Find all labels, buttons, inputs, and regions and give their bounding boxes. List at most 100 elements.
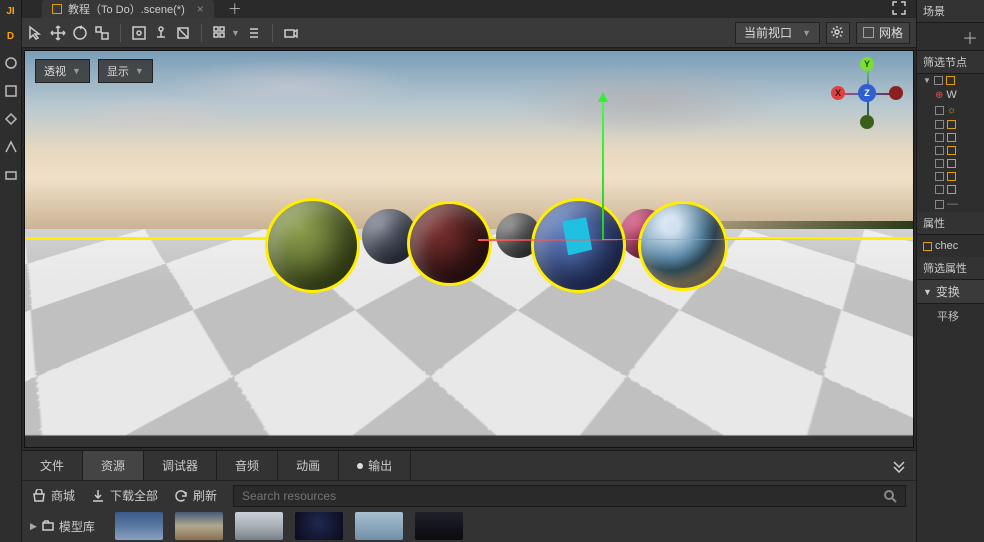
- tree-node[interactable]: [917, 183, 984, 196]
- tab-animation[interactable]: 动画: [278, 451, 339, 480]
- asset-thumbnails: [105, 512, 463, 540]
- rotate-tool-icon[interactable]: [72, 25, 88, 41]
- scale-tool-icon[interactable]: [94, 25, 110, 41]
- resource-search-input[interactable]: [242, 489, 883, 503]
- asset-thumb[interactable]: [355, 512, 403, 540]
- main-toolbar: ▼ 当前视口 ▼ 网格: [22, 18, 916, 48]
- pivot-tool-icon[interactable]: [153, 25, 169, 41]
- transform-tool-icon[interactable]: [175, 25, 191, 41]
- resource-toolbar: 商城 下载全部 刷新: [22, 480, 916, 510]
- tree-node[interactable]: [917, 131, 984, 144]
- gizmo-neg-x-axis[interactable]: [889, 86, 903, 100]
- grid-icon: [863, 27, 874, 38]
- resource-search[interactable]: [233, 485, 906, 507]
- tree-node[interactable]: [917, 144, 984, 157]
- close-tab-icon[interactable]: ×: [197, 2, 204, 16]
- gizmo-z-axis[interactable]: Z: [858, 84, 876, 102]
- app-logo: JI: [6, 6, 14, 17]
- add-node-row: ＋: [917, 23, 984, 51]
- tree-root[interactable]: ▼: [917, 74, 984, 87]
- fullscreen-icon[interactable]: [892, 1, 906, 18]
- sphere-green[interactable]: [265, 198, 360, 293]
- scene-panel-header: 场景: [917, 0, 984, 23]
- tab-debugger[interactable]: 调试器: [144, 451, 217, 480]
- asset-thumb[interactable]: [295, 512, 343, 540]
- move-tool-icon[interactable]: [50, 25, 66, 41]
- gizmo-x-axis[interactable]: X: [831, 86, 845, 100]
- search-icon[interactable]: [883, 489, 897, 503]
- add-node-icon[interactable]: ＋: [962, 25, 978, 49]
- checker-icon: [923, 242, 932, 251]
- gizmo-neg-y-axis[interactable]: [860, 115, 874, 129]
- gizmo-y-axis[interactable]: Y: [860, 57, 874, 71]
- asset-thumb[interactable]: [415, 512, 463, 540]
- axis-y-arrow[interactable]: [602, 95, 604, 240]
- select-tool-icon[interactable]: [28, 25, 44, 41]
- scene-tab-title: 教程（To Do）.scene(*): [68, 1, 185, 17]
- filter-properties-header[interactable]: 筛选属性: [917, 257, 984, 280]
- right-panel: 场景 ＋ 筛选节点 ▼ ⊕W ☼ — 属性: [916, 0, 984, 542]
- asset-thumb[interactable]: [175, 512, 223, 540]
- expand-icon[interactable]: ▶: [30, 521, 37, 532]
- display-mode-dropdown[interactable]: 显示▼: [98, 59, 153, 83]
- asset-thumb[interactable]: [115, 512, 163, 540]
- scene-tab[interactable]: 教程（To Do）.scene(*) ×: [42, 0, 214, 18]
- tree-node[interactable]: [917, 170, 984, 183]
- view-mode-dropdown[interactable]: 透视▼: [35, 59, 90, 83]
- grid-snap-dropdown[interactable]: ▼: [212, 25, 240, 41]
- center-panel: 教程（To Do）.scene(*) × ＋ ▼: [22, 0, 916, 542]
- axis-x-arrow[interactable]: [478, 239, 618, 241]
- viewport-mode-dropdown[interactable]: 当前视口 ▼: [735, 22, 820, 44]
- viewport-container: 透视▼ 显示▼ Y X Z: [22, 48, 916, 450]
- sphere-red[interactable]: [407, 201, 492, 286]
- tab-resources[interactable]: 资源: [83, 451, 144, 480]
- add-tab-icon[interactable]: ＋: [228, 0, 242, 19]
- snap-tool-icon[interactable]: [131, 25, 147, 41]
- tool-icon-2[interactable]: [4, 84, 18, 98]
- refresh-button[interactable]: 刷新: [174, 487, 217, 504]
- properties-header: 属性: [917, 212, 984, 235]
- filter-nodes-header[interactable]: 筛选节点: [917, 51, 984, 74]
- properties-checker[interactable]: chec: [917, 235, 984, 257]
- scene-render: [25, 51, 913, 447]
- download-all-button[interactable]: 下载全部: [91, 487, 158, 504]
- asset-folder[interactable]: ▶ 模型库: [30, 518, 95, 535]
- tree-node[interactable]: [917, 118, 984, 131]
- sun-icon: ☼: [947, 105, 956, 116]
- settings-button[interactable]: [826, 22, 850, 44]
- sphere-chrome[interactable]: [638, 201, 728, 291]
- viewport-mode-label: 当前视口: [744, 24, 792, 41]
- tab-output[interactable]: 输出: [339, 451, 411, 480]
- grid-label: 网格: [879, 24, 903, 41]
- bottom-tab-bar: 文件 资源 调试器 音频 动画 输出: [22, 450, 916, 480]
- link-tool-icon[interactable]: [246, 25, 262, 41]
- viewport-overlay-controls: 透视▼ 显示▼: [35, 59, 153, 83]
- tree-node[interactable]: —: [917, 196, 984, 212]
- app-logo-d: D: [7, 31, 14, 42]
- transform-section[interactable]: ▼变换: [917, 280, 984, 304]
- asset-folder-label: 模型库: [59, 518, 95, 535]
- navigation-gizmo[interactable]: Y X Z: [831, 57, 903, 129]
- viewport-3d[interactable]: 透视▼ 显示▼ Y X Z: [24, 50, 914, 448]
- tool-icon-1[interactable]: [4, 56, 18, 70]
- tree-world[interactable]: ⊕W: [917, 87, 984, 103]
- tool-icon-5[interactable]: [4, 168, 18, 182]
- store-button[interactable]: 商城: [32, 487, 75, 504]
- scene-tab-icon: [52, 4, 62, 14]
- expand-panel-icon[interactable]: [882, 451, 916, 480]
- view-mode-label: 透视: [44, 63, 66, 79]
- tab-file[interactable]: 文件: [22, 451, 83, 480]
- display-mode-label: 显示: [107, 63, 129, 79]
- tool-icon-3[interactable]: [4, 112, 18, 126]
- asset-thumb[interactable]: [235, 512, 283, 540]
- tool-icon-4[interactable]: [4, 140, 18, 154]
- axis-z-arrow[interactable]: [602, 239, 852, 240]
- tab-audio[interactable]: 音频: [217, 451, 278, 480]
- camera-tool-icon[interactable]: [283, 25, 299, 41]
- left-tool-strip: JI D: [0, 0, 22, 542]
- world-icon: ⊕: [935, 90, 943, 101]
- translate-property[interactable]: 平移: [917, 304, 984, 328]
- tree-light[interactable]: ☼: [917, 103, 984, 118]
- grid-toggle-button[interactable]: 网格: [856, 22, 910, 44]
- tree-node[interactable]: [917, 157, 984, 170]
